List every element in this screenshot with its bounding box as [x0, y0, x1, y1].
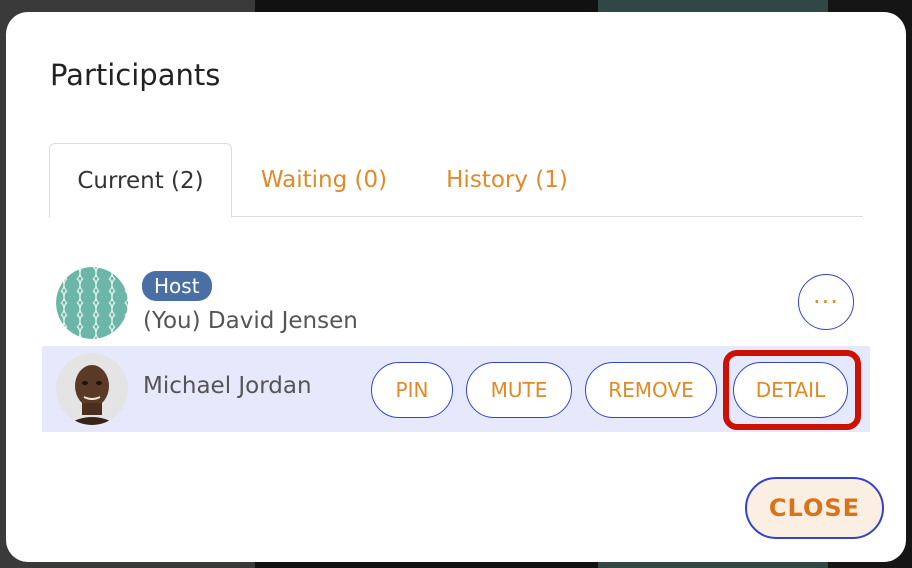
participants-dialog: Participants Current (2) Waiting (0) His… [6, 12, 906, 562]
participant-name: Michael Jordan [143, 373, 312, 399]
participant-tabs: Current (2) Waiting (0) History (1) [49, 143, 863, 218]
mute-button[interactable]: MUTE [466, 362, 572, 418]
participant-row-host: Host (You) David Jensen ··· [42, 262, 870, 344]
ellipsis-icon: ··· [813, 288, 839, 316]
close-button[interactable]: CLOSE [745, 477, 884, 539]
remove-button[interactable]: REMOVE [585, 362, 717, 418]
participant-row-selected[interactable]: Michael Jordan PIN MUTE REMOVE DETAIL [42, 346, 870, 432]
tab-waiting[interactable]: Waiting (0) [257, 143, 391, 217]
avatar [56, 267, 128, 339]
detail-button[interactable]: DETAIL [733, 362, 848, 418]
pin-button[interactable]: PIN [371, 362, 453, 418]
tab-current[interactable]: Current (2) [49, 143, 232, 218]
dialog-title: Participants [50, 58, 221, 92]
avatar [56, 353, 128, 425]
participant-name: (You) David Jensen [143, 308, 358, 334]
tab-history[interactable]: History (1) [442, 143, 572, 217]
host-badge: Host [142, 271, 212, 301]
more-options-button[interactable]: ··· [798, 274, 854, 330]
